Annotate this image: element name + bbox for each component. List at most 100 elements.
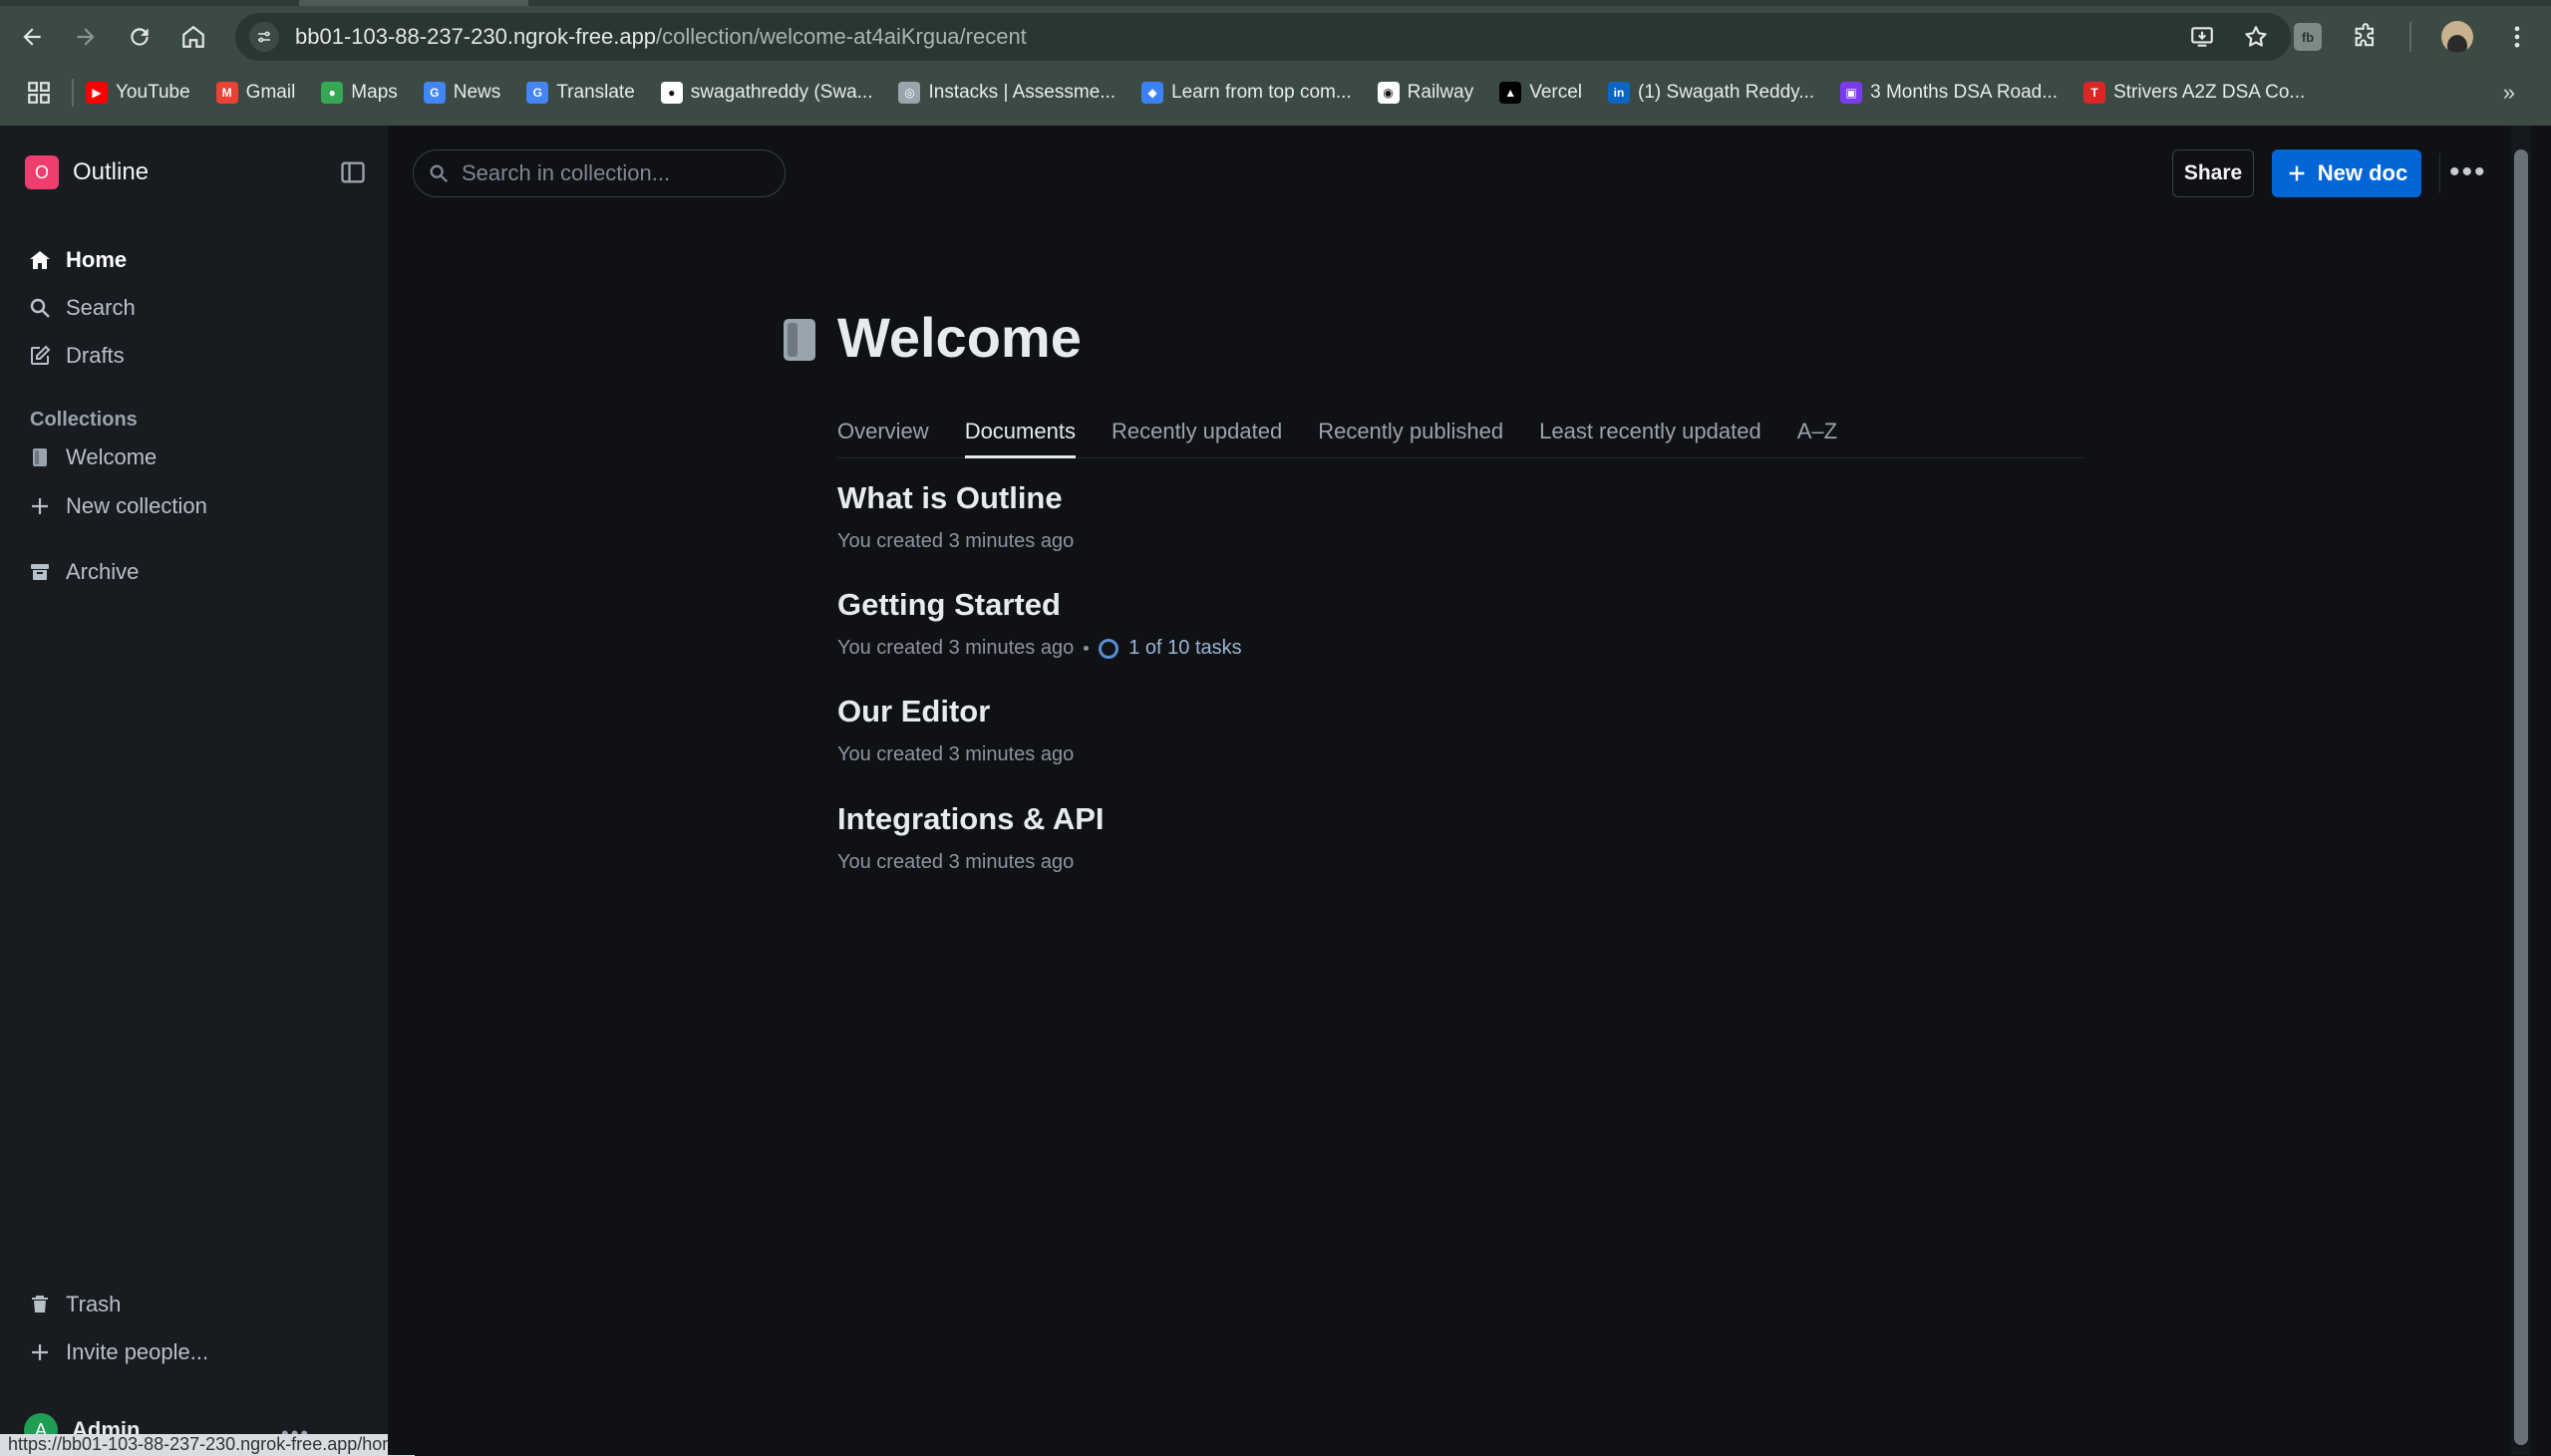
document-item-integrations-api[interactable]: Integrations & API You created 3 minutes…	[837, 801, 1105, 874]
bookmark-item[interactable]: ▶ YouTube	[86, 82, 190, 104]
sidebar-item-home[interactable]: Home	[28, 247, 127, 273]
roadmap-icon: ▣	[1840, 82, 1863, 104]
drafts-icon	[31, 345, 51, 365]
address-bar[interactable]: bb01-103-88-237-230.ngrok-free.app/colle…	[235, 13, 2291, 61]
bookmark-item[interactable]: G Translate	[526, 82, 635, 104]
tuf-icon: T	[2083, 82, 2106, 104]
bookmark-item[interactable]: ◆ Learn from top com...	[1141, 82, 1352, 104]
sidebar-item-label: Drafts	[66, 343, 125, 368]
reload-button[interactable]	[118, 15, 161, 59]
document-item-getting-started[interactable]: Getting Started You created 3 minutes ag…	[837, 587, 1242, 660]
sidebar-item-label: Home	[66, 247, 128, 272]
bookmarks-overflow-icon[interactable]: »	[2503, 80, 2515, 106]
bookmark-item[interactable]: M Gmail	[215, 82, 295, 104]
bookmark-item[interactable]: in (1) Swagath Reddy...	[1608, 82, 1814, 104]
document-meta: You created 3 minutes ago	[837, 851, 1105, 874]
document-title[interactable]: Getting Started	[837, 587, 1242, 623]
bookmark-item[interactable]: G News	[423, 82, 501, 104]
bookmark-item[interactable]: ▣ 3 Months DSA Road...	[1840, 82, 2058, 104]
document-meta-text: You created 3 minutes ago	[837, 743, 1075, 765]
sidebar-item-drafts[interactable]: Drafts	[28, 343, 125, 369]
sidebar: O Outline Home Search Drafts Collections…	[0, 126, 416, 1456]
search-input[interactable]	[462, 160, 761, 186]
outline-app: O Outline Home Search Drafts Collections…	[0, 126, 2551, 1456]
bookmark-item[interactable]: ● Maps	[321, 82, 398, 104]
kebab-menu-icon[interactable]	[2503, 23, 2531, 51]
bookmark-item[interactable]: ● swagathreddy (Swa...	[660, 82, 872, 104]
bookmark-label: Instacks | Assessme...	[928, 82, 1116, 103]
browser-chrome: bb01-103-88-237-230.ngrok-free.app/colle…	[0, 0, 2551, 126]
home-icon	[30, 251, 50, 269]
document-title[interactable]: Our Editor	[837, 694, 1074, 729]
new-doc-button[interactable]: New doc	[2272, 149, 2421, 197]
more-options-icon[interactable]: •••	[2449, 155, 2487, 189]
news-icon: G	[423, 82, 446, 104]
sidebar-item-label: Welcome	[66, 444, 158, 469]
forward-button[interactable]	[64, 15, 108, 59]
new-doc-label: New doc	[2317, 160, 2408, 185]
sidebar-collapse-icon[interactable]	[339, 158, 367, 186]
github-icon: ●	[660, 82, 683, 104]
star-icon[interactable]	[2243, 24, 2269, 50]
tab-documents[interactable]: Documents	[964, 411, 1076, 458]
document-title[interactable]: Integrations & API	[837, 801, 1105, 837]
search-icon	[30, 298, 50, 318]
url-text[interactable]: bb01-103-88-237-230.ngrok-free.app/colle…	[295, 24, 1027, 50]
bookmark-item[interactable]: ▲ Vercel	[1499, 82, 1582, 104]
reload-icon	[131, 28, 149, 46]
task-progress-icon	[1099, 638, 1119, 659]
tab-a-z[interactable]: A–Z	[1797, 411, 1837, 458]
header-divider	[2439, 153, 2440, 193]
document-item-what-is-outline[interactable]: What is Outline You created 3 minutes ag…	[837, 480, 1074, 553]
home-button[interactable]	[171, 15, 215, 59]
document-meta: You created 3 minutes ago 1 of 10 tasks	[837, 637, 1242, 660]
bookmark-item[interactable]: ◎ Instacks | Assessme...	[898, 82, 1116, 104]
bookmark-label: Translate	[556, 82, 635, 103]
extensions-puzzle-icon[interactable]	[2352, 23, 2380, 51]
collection-search[interactable]	[413, 149, 786, 197]
collection-icon[interactable]	[782, 317, 817, 363]
bookmark-label: Learn from top com...	[1171, 82, 1352, 103]
gmail-icon: M	[215, 82, 238, 104]
scrollbar[interactable]	[2511, 126, 2531, 1455]
share-button[interactable]: Share	[2172, 149, 2254, 197]
youtube-icon: ▶	[86, 82, 108, 104]
team-logo: O	[25, 155, 59, 189]
bookmark-label: News	[453, 82, 501, 103]
globe-icon: ◎	[898, 82, 921, 104]
team-switcher[interactable]: O Outline	[25, 155, 149, 189]
plus-icon	[32, 498, 48, 514]
sidebar-item-welcome[interactable]: Welcome	[28, 444, 157, 470]
document-title[interactable]: What is Outline	[837, 480, 1074, 516]
url-path: /collection/welcome-at4aiKrgua/recent	[656, 24, 1027, 49]
arrow-right-icon	[77, 28, 95, 46]
page-title[interactable]: Welcome	[837, 305, 1082, 370]
scrollbar-thumb[interactable]	[2514, 149, 2528, 1445]
browser-toolbar: bb01-103-88-237-230.ngrok-free.app/colle…	[0, 6, 2551, 68]
tab-recently-published[interactable]: Recently published	[1318, 411, 1503, 458]
install-app-icon[interactable]	[2189, 24, 2215, 50]
bookmark-label: Railway	[1407, 82, 1474, 103]
profile-avatar[interactable]	[2441, 21, 2473, 53]
tab-recently-updated[interactable]: Recently updated	[1112, 411, 1282, 458]
sidebar-item-new-collection[interactable]: New collection	[28, 493, 207, 519]
sidebar-item-invite[interactable]: Invite people...	[28, 1339, 208, 1365]
search-icon	[430, 164, 449, 183]
bookmark-item[interactable]: ◉ Railway	[1377, 82, 1474, 104]
status-bar-url: https://bb01-103-88-237-230.ngrok-free.a…	[0, 1434, 416, 1456]
sidebar-item-trash[interactable]: Trash	[28, 1292, 121, 1317]
site-settings-icon[interactable]	[249, 22, 279, 52]
sidebar-item-search[interactable]: Search	[28, 295, 136, 321]
tab-least-recently-updated[interactable]: Least recently updated	[1539, 411, 1761, 458]
tab-overview[interactable]: Overview	[837, 411, 929, 458]
extension-fb-icon[interactable]: fb	[2294, 23, 2322, 51]
document-item-our-editor[interactable]: Our Editor You created 3 minutes ago	[837, 694, 1074, 766]
bookmark-item[interactable]: T Strivers A2Z DSA Co...	[2083, 82, 2305, 104]
bookmark-label: YouTube	[116, 82, 190, 103]
document-meta: You created 3 minutes ago	[837, 530, 1074, 553]
apps-grid-icon[interactable]	[26, 80, 52, 106]
bookmark-list: ▶ YouTube M Gmail ● Maps G News G Translate ● swaga…	[86, 82, 2331, 104]
trash-icon	[32, 1296, 48, 1312]
sidebar-item-archive[interactable]: Archive	[28, 559, 139, 585]
back-button[interactable]	[10, 15, 54, 59]
